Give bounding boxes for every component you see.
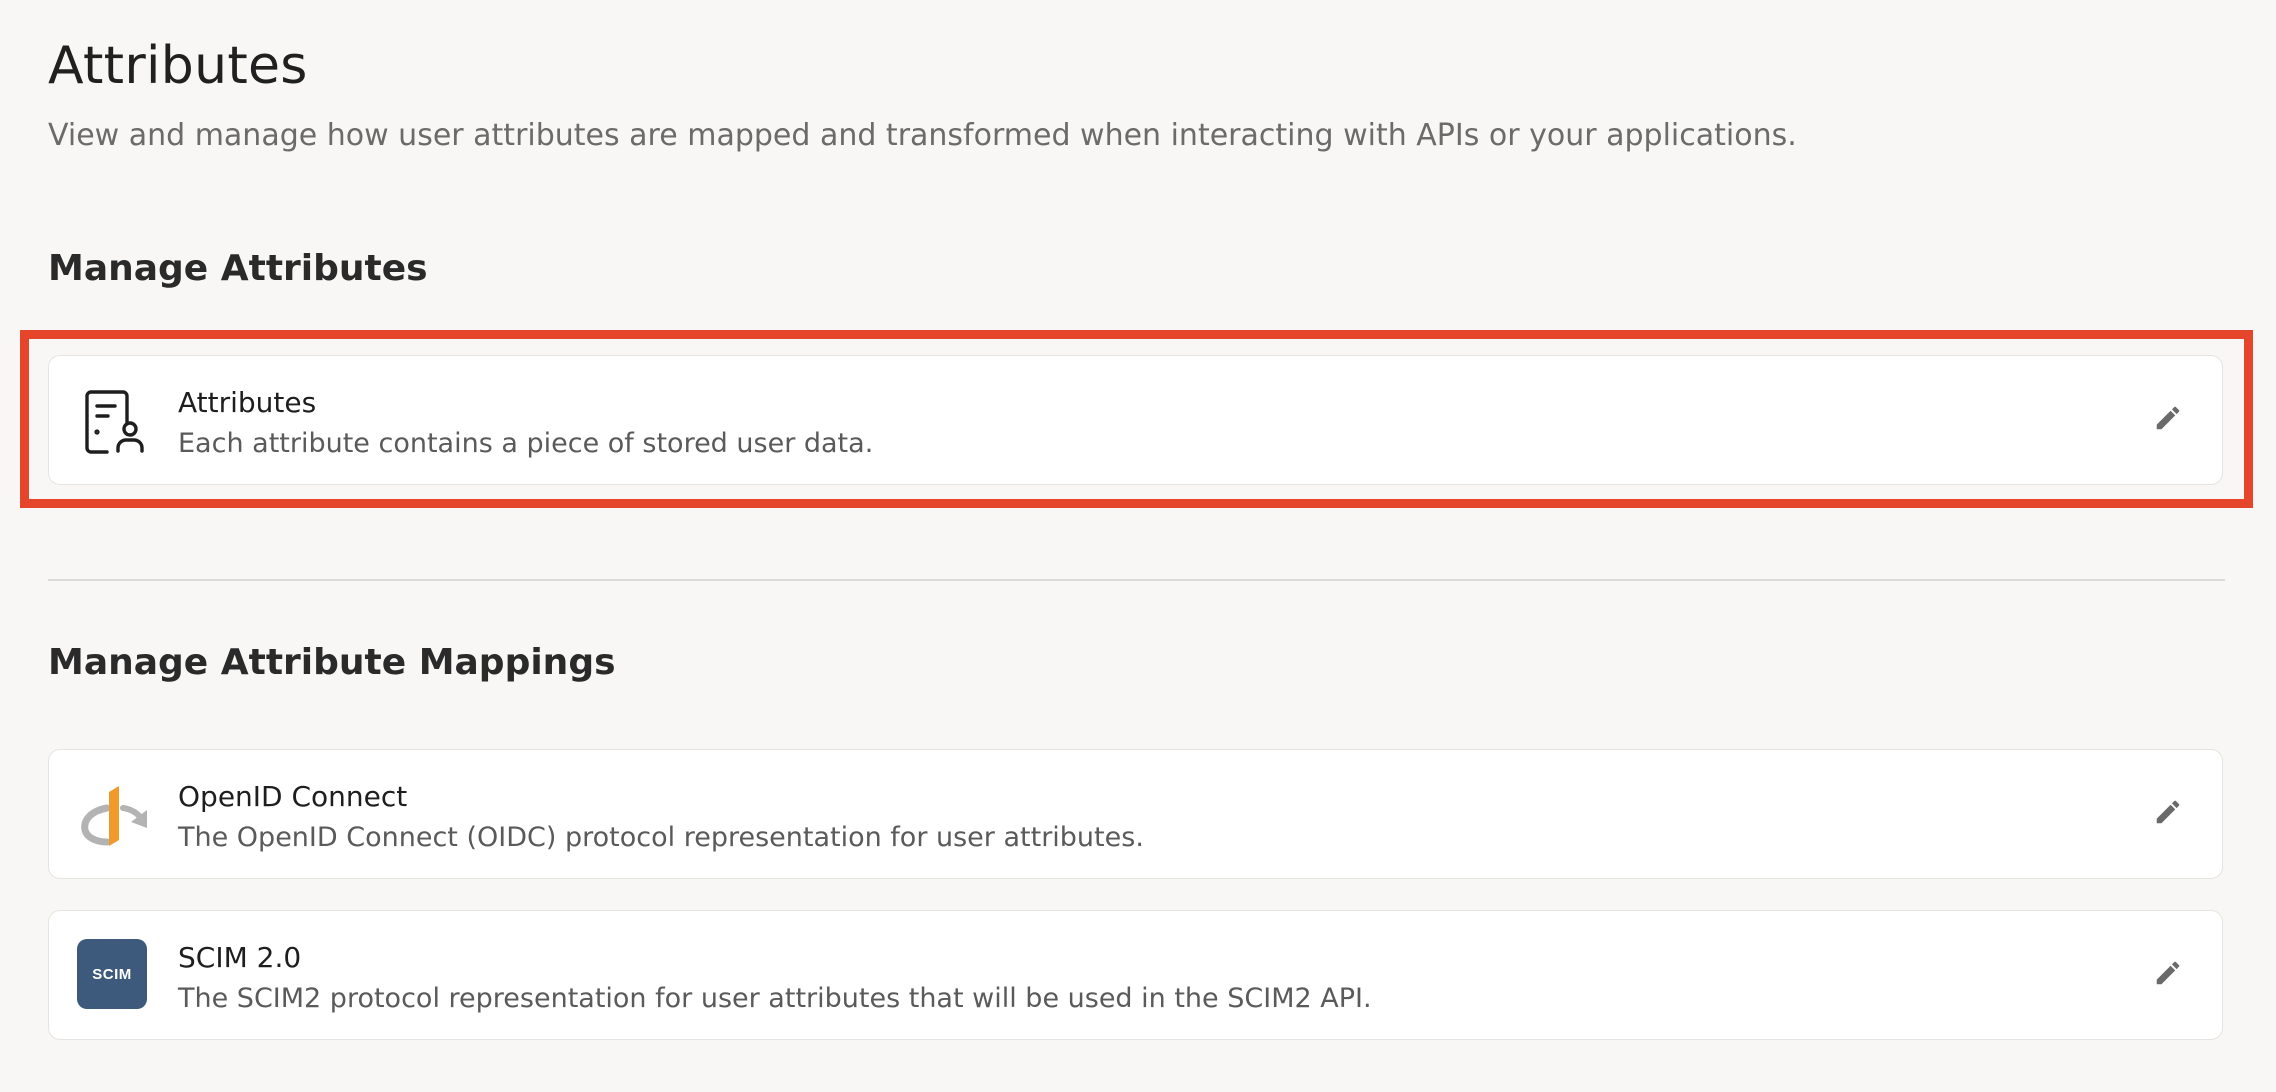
user-attributes-icon	[77, 384, 149, 456]
scim-badge: SCIM	[77, 939, 147, 1009]
card-title: OpenID Connect	[178, 780, 408, 813]
card-description: Each attribute contains a piece of store…	[178, 428, 874, 459]
openid-logo	[77, 778, 149, 850]
card-title: Attributes	[178, 386, 317, 419]
card-description: The OpenID Connect (OIDC) protocol repre…	[178, 822, 1144, 853]
card-title: SCIM 2.0	[178, 941, 302, 974]
page-description: View and manage how user attributes are …	[48, 118, 1797, 153]
pencil-icon	[2153, 797, 2183, 831]
section-divider	[48, 579, 2225, 581]
section-title-manage-mappings: Manage Attribute Mappings	[48, 642, 616, 683]
page-title: Attributes	[48, 36, 308, 96]
scim-logo: SCIM	[77, 939, 149, 1011]
pencil-icon	[2153, 403, 2183, 437]
section-title-manage-attributes: Manage Attributes	[48, 248, 428, 289]
card-description: The SCIM2 protocol representation for us…	[178, 983, 1372, 1014]
pencil-icon	[2153, 958, 2183, 992]
edit-attributes-button[interactable]	[2148, 400, 2188, 440]
scim-card[interactable]: SCIM SCIM 2.0 The SCIM2 protocol represe…	[48, 910, 2223, 1040]
openid-connect-card[interactable]: OpenID Connect The OpenID Connect (OIDC)…	[48, 749, 2223, 879]
edit-scim-button[interactable]	[2148, 955, 2188, 995]
attributes-card[interactable]: Attributes Each attribute contains a pie…	[48, 355, 2223, 485]
edit-openid-connect-button[interactable]	[2148, 794, 2188, 834]
